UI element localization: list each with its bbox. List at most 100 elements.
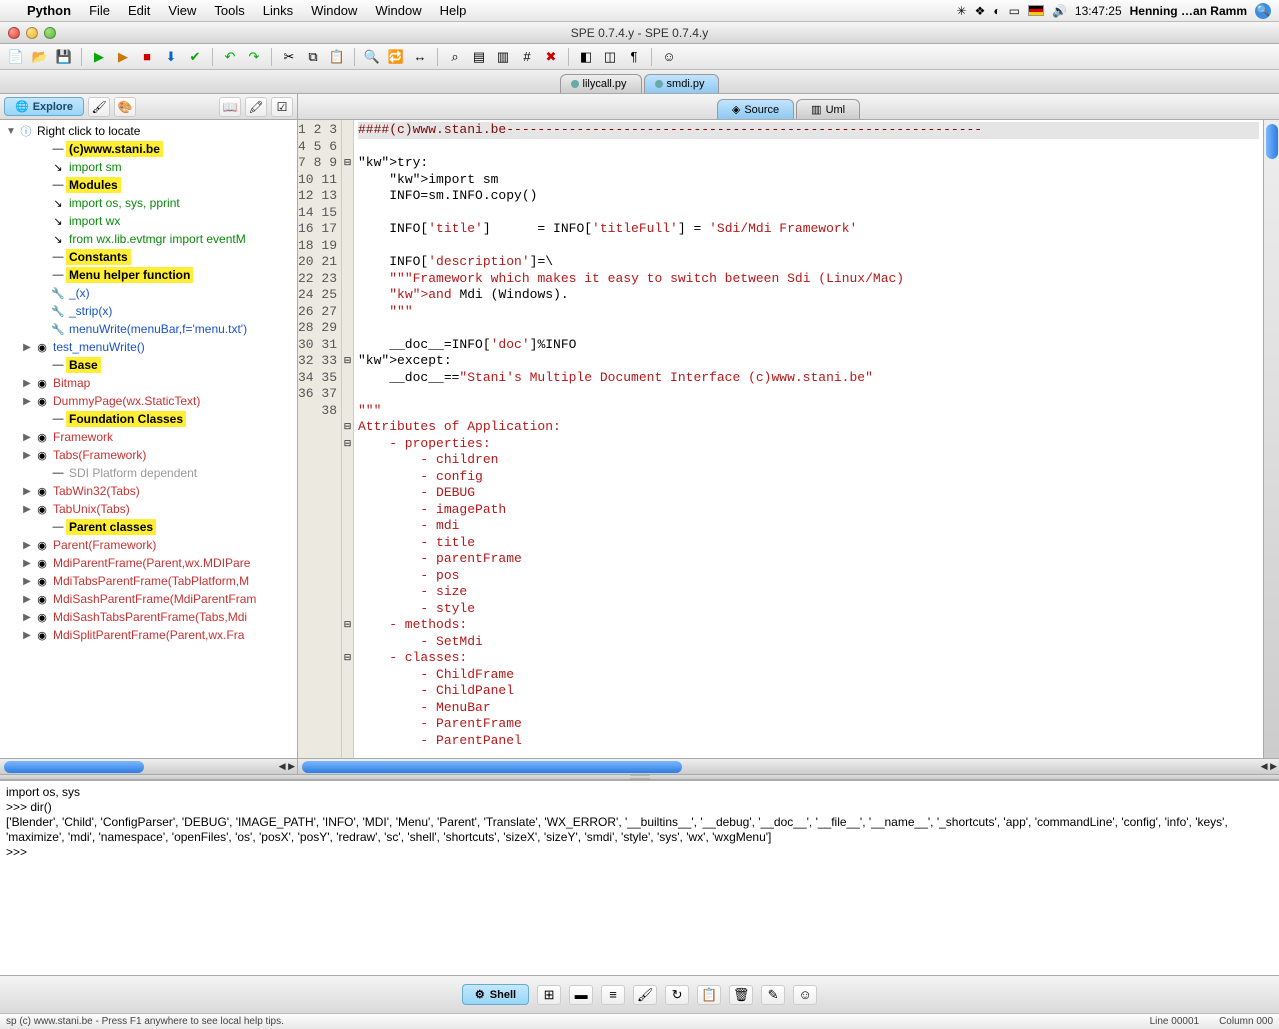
tab-uml[interactable]: ▥Uml (796, 99, 860, 119)
tree-node[interactable]: ▶◉MdiTabsParentFrame(TabPlatform,M (0, 572, 297, 590)
check-icon[interactable]: ☑ (271, 97, 293, 117)
comment-icon[interactable]: # (517, 47, 537, 67)
tree-node[interactable]: ▶◉MdiParentFrame(Parent,wx.MDIPare (0, 554, 297, 572)
menu-view[interactable]: View (159, 3, 205, 18)
scrollbar-vertical[interactable] (1263, 120, 1279, 758)
tree-node[interactable]: ↘from wx.lib.evtmgr import eventM (0, 230, 297, 248)
paint-icon[interactable]: 🎨 (114, 97, 136, 117)
code-tree[interactable]: ▼ⓘRight click to locate —(c)www.stani.be… (0, 120, 297, 758)
tree-node[interactable]: —(c)www.stani.be (0, 140, 297, 158)
dedent-icon[interactable]: ▥ (493, 47, 513, 67)
fold-column[interactable]: ⊟ ⊟ ⊟ ⊟ ⊟ ⊟ (342, 120, 354, 758)
debug-icon[interactable]: ▶ (113, 47, 133, 67)
tree-node[interactable]: —Parent classes (0, 518, 297, 536)
smiley-icon[interactable]: ☺ (659, 47, 679, 67)
tab-lilycall[interactable]: lilycall.py (560, 74, 642, 93)
menu-help[interactable]: Help (431, 3, 476, 18)
shell-button[interactable]: ⚙ Shell (462, 984, 529, 1005)
zoom-button[interactable] (44, 27, 56, 39)
brush-icon[interactable]: 🖌 (633, 985, 657, 1005)
minimize-button[interactable] (26, 27, 38, 39)
new-icon[interactable]: 📄 (6, 47, 26, 67)
sidebar-icon[interactable]: ◧ (576, 47, 596, 67)
console-prompt[interactable]: >>> (6, 845, 1273, 860)
tree-node[interactable]: —SDI Platform dependent (0, 464, 297, 482)
tree-node[interactable]: —Modules (0, 176, 297, 194)
menu-app[interactable]: Python (18, 3, 80, 18)
tree-node[interactable]: ▶◉MdiSplitParentFrame(Parent,wx.Fra (0, 626, 297, 644)
tree-node[interactable]: ▶◉Tabs(Framework) (0, 446, 297, 464)
tree-node[interactable]: —Foundation Classes (0, 410, 297, 428)
tree-node[interactable]: 🔧menuWrite(menuBar,f='menu.txt') (0, 320, 297, 338)
tree-node[interactable]: ↘import wx (0, 212, 297, 230)
display-icon[interactable]: ◐ (993, 4, 1000, 18)
flag-icon[interactable] (1028, 5, 1044, 16)
tree-node[interactable]: —Constants (0, 248, 297, 266)
tree-node[interactable]: 🔧_strip(x) (0, 302, 297, 320)
undo-icon[interactable]: ↶ (220, 47, 240, 67)
note-icon[interactable]: 📋 (697, 985, 721, 1005)
goto-icon[interactable]: ↔ (410, 47, 430, 67)
run-icon[interactable]: ▶ (89, 47, 109, 67)
menu-edit[interactable]: Edit (119, 3, 159, 18)
splitter-handle[interactable] (0, 774, 1279, 780)
monitor-icon[interactable]: ▭ (1009, 4, 1020, 18)
uncomment-icon[interactable]: ✖ (541, 47, 561, 67)
stop-icon[interactable]: ■ (137, 47, 157, 67)
tree-node[interactable]: —Menu helper function (0, 266, 297, 284)
tree-icon[interactable]: ⊞ (537, 985, 561, 1005)
explore-button[interactable]: 🌐 Explore (4, 97, 84, 116)
browse-icon[interactable]: ⌕ (445, 47, 465, 67)
source-editor[interactable]: 1 2 3 4 5 6 7 8 9 10 11 12 13 14 15 16 1… (298, 120, 1279, 758)
redo-icon[interactable]: ↷ (244, 47, 264, 67)
cut-icon[interactable]: ✂ (279, 47, 299, 67)
tree-node[interactable]: ↘import sm (0, 158, 297, 176)
spotlight-icon[interactable]: 🔍 (1255, 3, 1271, 19)
shell-output[interactable]: import os, sys >>> dir() ['Blender', 'Ch… (0, 780, 1279, 975)
whitespace-icon[interactable]: ¶ (624, 47, 644, 67)
menu-window-2[interactable]: Window (366, 3, 430, 18)
scrollbar-horizontal[interactable]: ◀ ▶ (298, 758, 1279, 774)
tree-node[interactable]: ▶◉MdiSashParentFrame(MdiParentFram (0, 590, 297, 608)
tree-node[interactable]: ▶◉Framework (0, 428, 297, 446)
tree-node[interactable]: ▶◉Parent(Framework) (0, 536, 297, 554)
scrollbar-horizontal[interactable]: ◀ ▶ (0, 758, 297, 774)
tree-node[interactable]: ▶◉test_menuWrite() (0, 338, 297, 356)
tab-source[interactable]: ◈Source (717, 99, 794, 119)
paste-icon[interactable]: 📋 (327, 47, 347, 67)
replace-icon[interactable]: 🔁 (386, 47, 406, 67)
menu-tools[interactable]: Tools (205, 3, 253, 18)
indent-icon[interactable]: ▤ (469, 47, 489, 67)
tree-node[interactable]: ▶◉Bitmap (0, 374, 297, 392)
user-menu[interactable]: Henning …an Ramm (1130, 4, 1247, 18)
pencil-icon[interactable]: ✎ (761, 985, 785, 1005)
trash-icon[interactable]: 🗑 (729, 985, 753, 1005)
copy-icon[interactable]: ⧉ (303, 47, 323, 67)
refresh-icon[interactable]: ↻ (665, 985, 689, 1005)
split-icon[interactable]: ◫ (600, 47, 620, 67)
code-area[interactable]: ####(c)www.stani.be---------------------… (354, 120, 1263, 758)
volume-icon[interactable]: 🔊 (1052, 4, 1067, 18)
check-icon[interactable]: ✔ (185, 47, 205, 67)
save-icon[interactable]: 💾 (54, 47, 74, 67)
wand-icon[interactable]: 🖍 (245, 97, 267, 117)
brush-icon[interactable]: 🖌 (88, 97, 110, 117)
tree-node[interactable]: ↘import os, sys, pprint (0, 194, 297, 212)
tree-node[interactable]: ▶◉DummyPage(wx.StaticText) (0, 392, 297, 410)
tree-node[interactable]: ▶◉TabWin32(Tabs) (0, 482, 297, 500)
menuextra-icon[interactable]: ✳︎ (957, 4, 967, 18)
terminal-icon[interactable]: ▬ (569, 985, 593, 1005)
tree-node[interactable]: —Base (0, 356, 297, 374)
tree-node[interactable]: ▶◉MdiSashTabsParentFrame(Tabs,Mdi (0, 608, 297, 626)
smile-icon[interactable]: ☺ (793, 985, 817, 1005)
menu-window[interactable]: Window (302, 3, 366, 18)
menu-file[interactable]: File (80, 3, 119, 18)
tree-root[interactable]: ▼ⓘRight click to locate (0, 122, 297, 140)
index-icon[interactable]: ≡ (601, 985, 625, 1005)
menu-links[interactable]: Links (254, 3, 302, 18)
close-button[interactable] (8, 27, 20, 39)
tree-node[interactable]: ▶◉TabUnix(Tabs) (0, 500, 297, 518)
script-icon[interactable]: ❖ (975, 4, 986, 18)
clock[interactable]: 13:47:25 (1075, 4, 1122, 18)
import-icon[interactable]: ⬇ (161, 47, 181, 67)
